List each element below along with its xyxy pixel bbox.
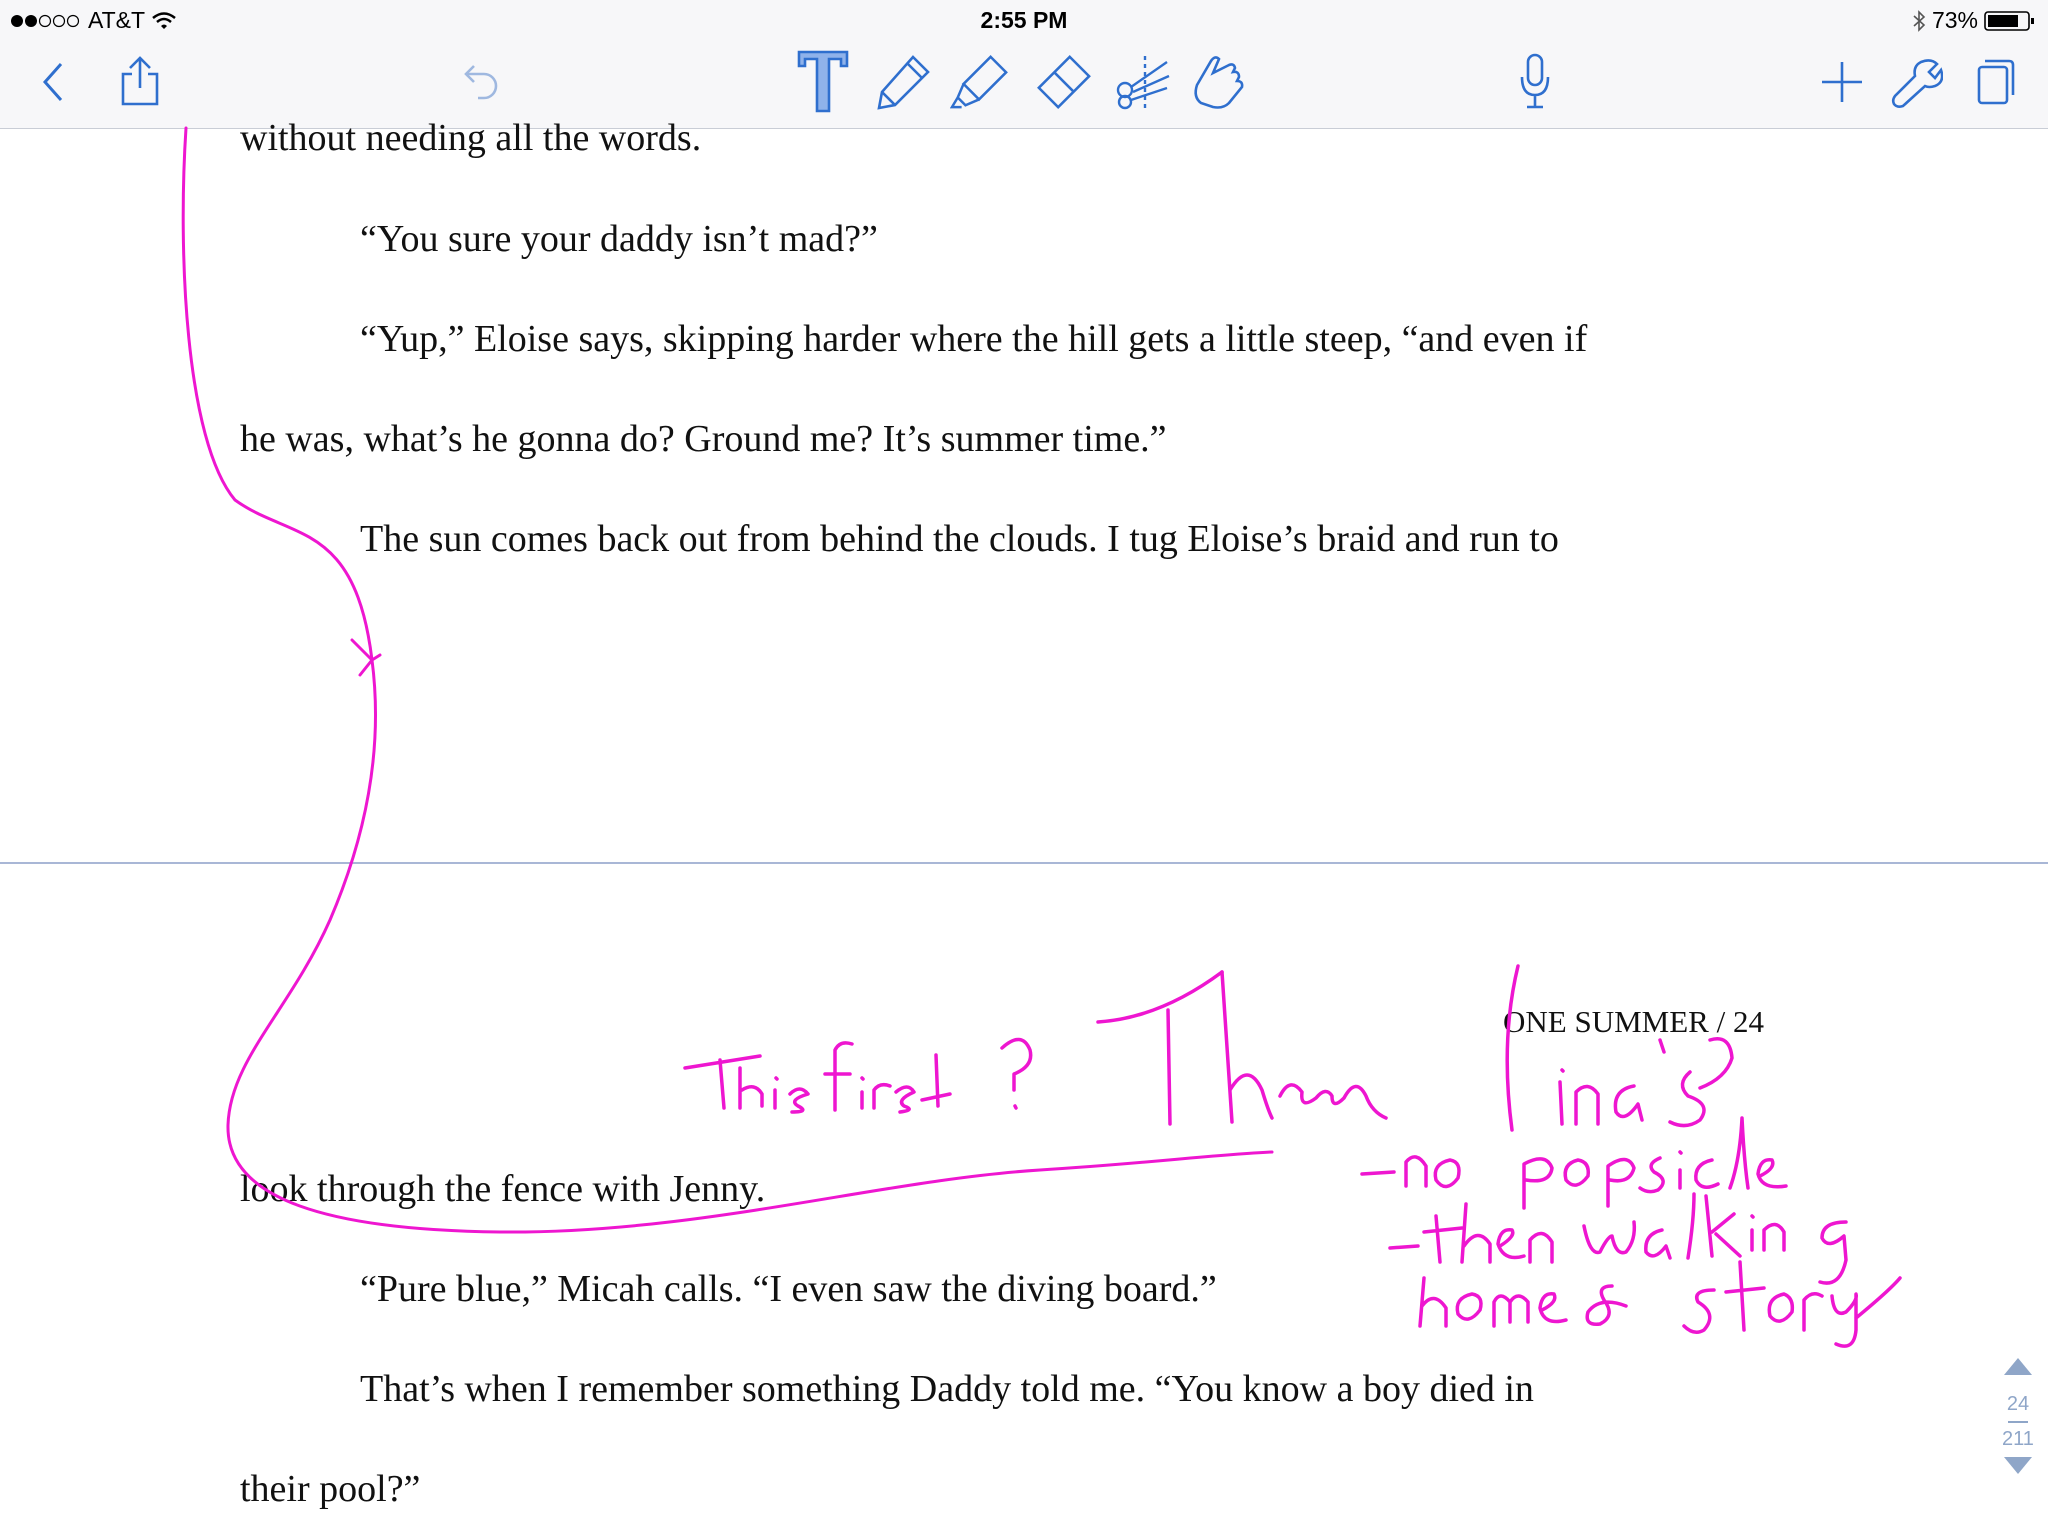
add-icon	[1822, 62, 1862, 102]
undo-icon	[464, 65, 498, 100]
back-button[interactable]	[24, 52, 84, 112]
current-page-number: 24	[2006, 1393, 2030, 1415]
text-line: without needing all the words.	[240, 117, 702, 159]
add-button[interactable]	[1812, 52, 1872, 112]
page-scroller[interactable]: 24 211	[1996, 1355, 2040, 1483]
text-tool-button[interactable]	[793, 50, 853, 113]
highlighter-tool-button[interactable]	[950, 52, 1010, 112]
status-bar: AT&T 2:55 PM 73%	[0, 0, 2048, 40]
pages-button[interactable]	[1965, 52, 2025, 112]
clock: 2:55 PM	[980, 7, 1068, 33]
text-line: “Pure blue,” Micah calls. “I even saw th…	[360, 1268, 1217, 1310]
bluetooth-icon	[1913, 9, 1926, 32]
document-page[interactable]: without needing all the words. “You sure…	[0, 117, 2048, 1536]
pointer-hand-icon	[1194, 56, 1244, 109]
page-up-icon[interactable]	[2002, 1355, 2034, 1377]
scissors-tool-icon	[1116, 56, 1170, 110]
page-separator	[2008, 1421, 2028, 1423]
text-line: That’s when I remember something Daddy t…	[360, 1368, 1534, 1410]
share-icon	[121, 56, 159, 106]
share-button[interactable]	[110, 52, 170, 112]
total-pages-number: 211	[2002, 1428, 2034, 1450]
wrench-icon	[1891, 59, 1943, 108]
battery-icon	[1984, 10, 2034, 31]
battery-percent: 73%	[1931, 7, 1978, 33]
status-right: 73%	[1912, 7, 2036, 34]
microphone-button[interactable]	[1505, 52, 1565, 112]
page-break-divider	[0, 862, 2048, 864]
page-down-icon[interactable]	[2002, 1455, 2034, 1477]
undo-button[interactable]	[452, 52, 512, 112]
eraser-tool-button[interactable]	[1033, 52, 1093, 112]
text-line: look through the fence with Jenny.	[240, 1168, 766, 1210]
text-line: he was, what’s he gonna do? Ground me? I…	[240, 418, 1167, 460]
page-header: ONE SUMMER / 24	[1503, 1004, 1764, 1039]
text-line: their pool?”	[240, 1468, 421, 1510]
text-line: The sun comes back out from behind the c…	[360, 518, 1559, 560]
text-tool-icon	[797, 50, 849, 113]
text-line: “Yup,” Eloise says, skipping harder wher…	[360, 318, 1588, 360]
pages-icon	[1977, 59, 2015, 105]
eraser-tool-icon	[1037, 55, 1091, 109]
scissors-tool-button[interactable]	[1113, 52, 1173, 112]
pen-tool-icon	[877, 55, 930, 110]
back-chevron-icon	[42, 63, 63, 101]
pen-tool-button[interactable]	[873, 52, 933, 112]
text-line: “You sure your daddy isn’t mad?”	[360, 218, 878, 260]
highlighter-tool-icon	[950, 55, 1008, 109]
microphone-icon	[1520, 53, 1550, 109]
pointer-tool-button[interactable]	[1188, 52, 1248, 112]
settings-button[interactable]	[1887, 52, 1947, 112]
